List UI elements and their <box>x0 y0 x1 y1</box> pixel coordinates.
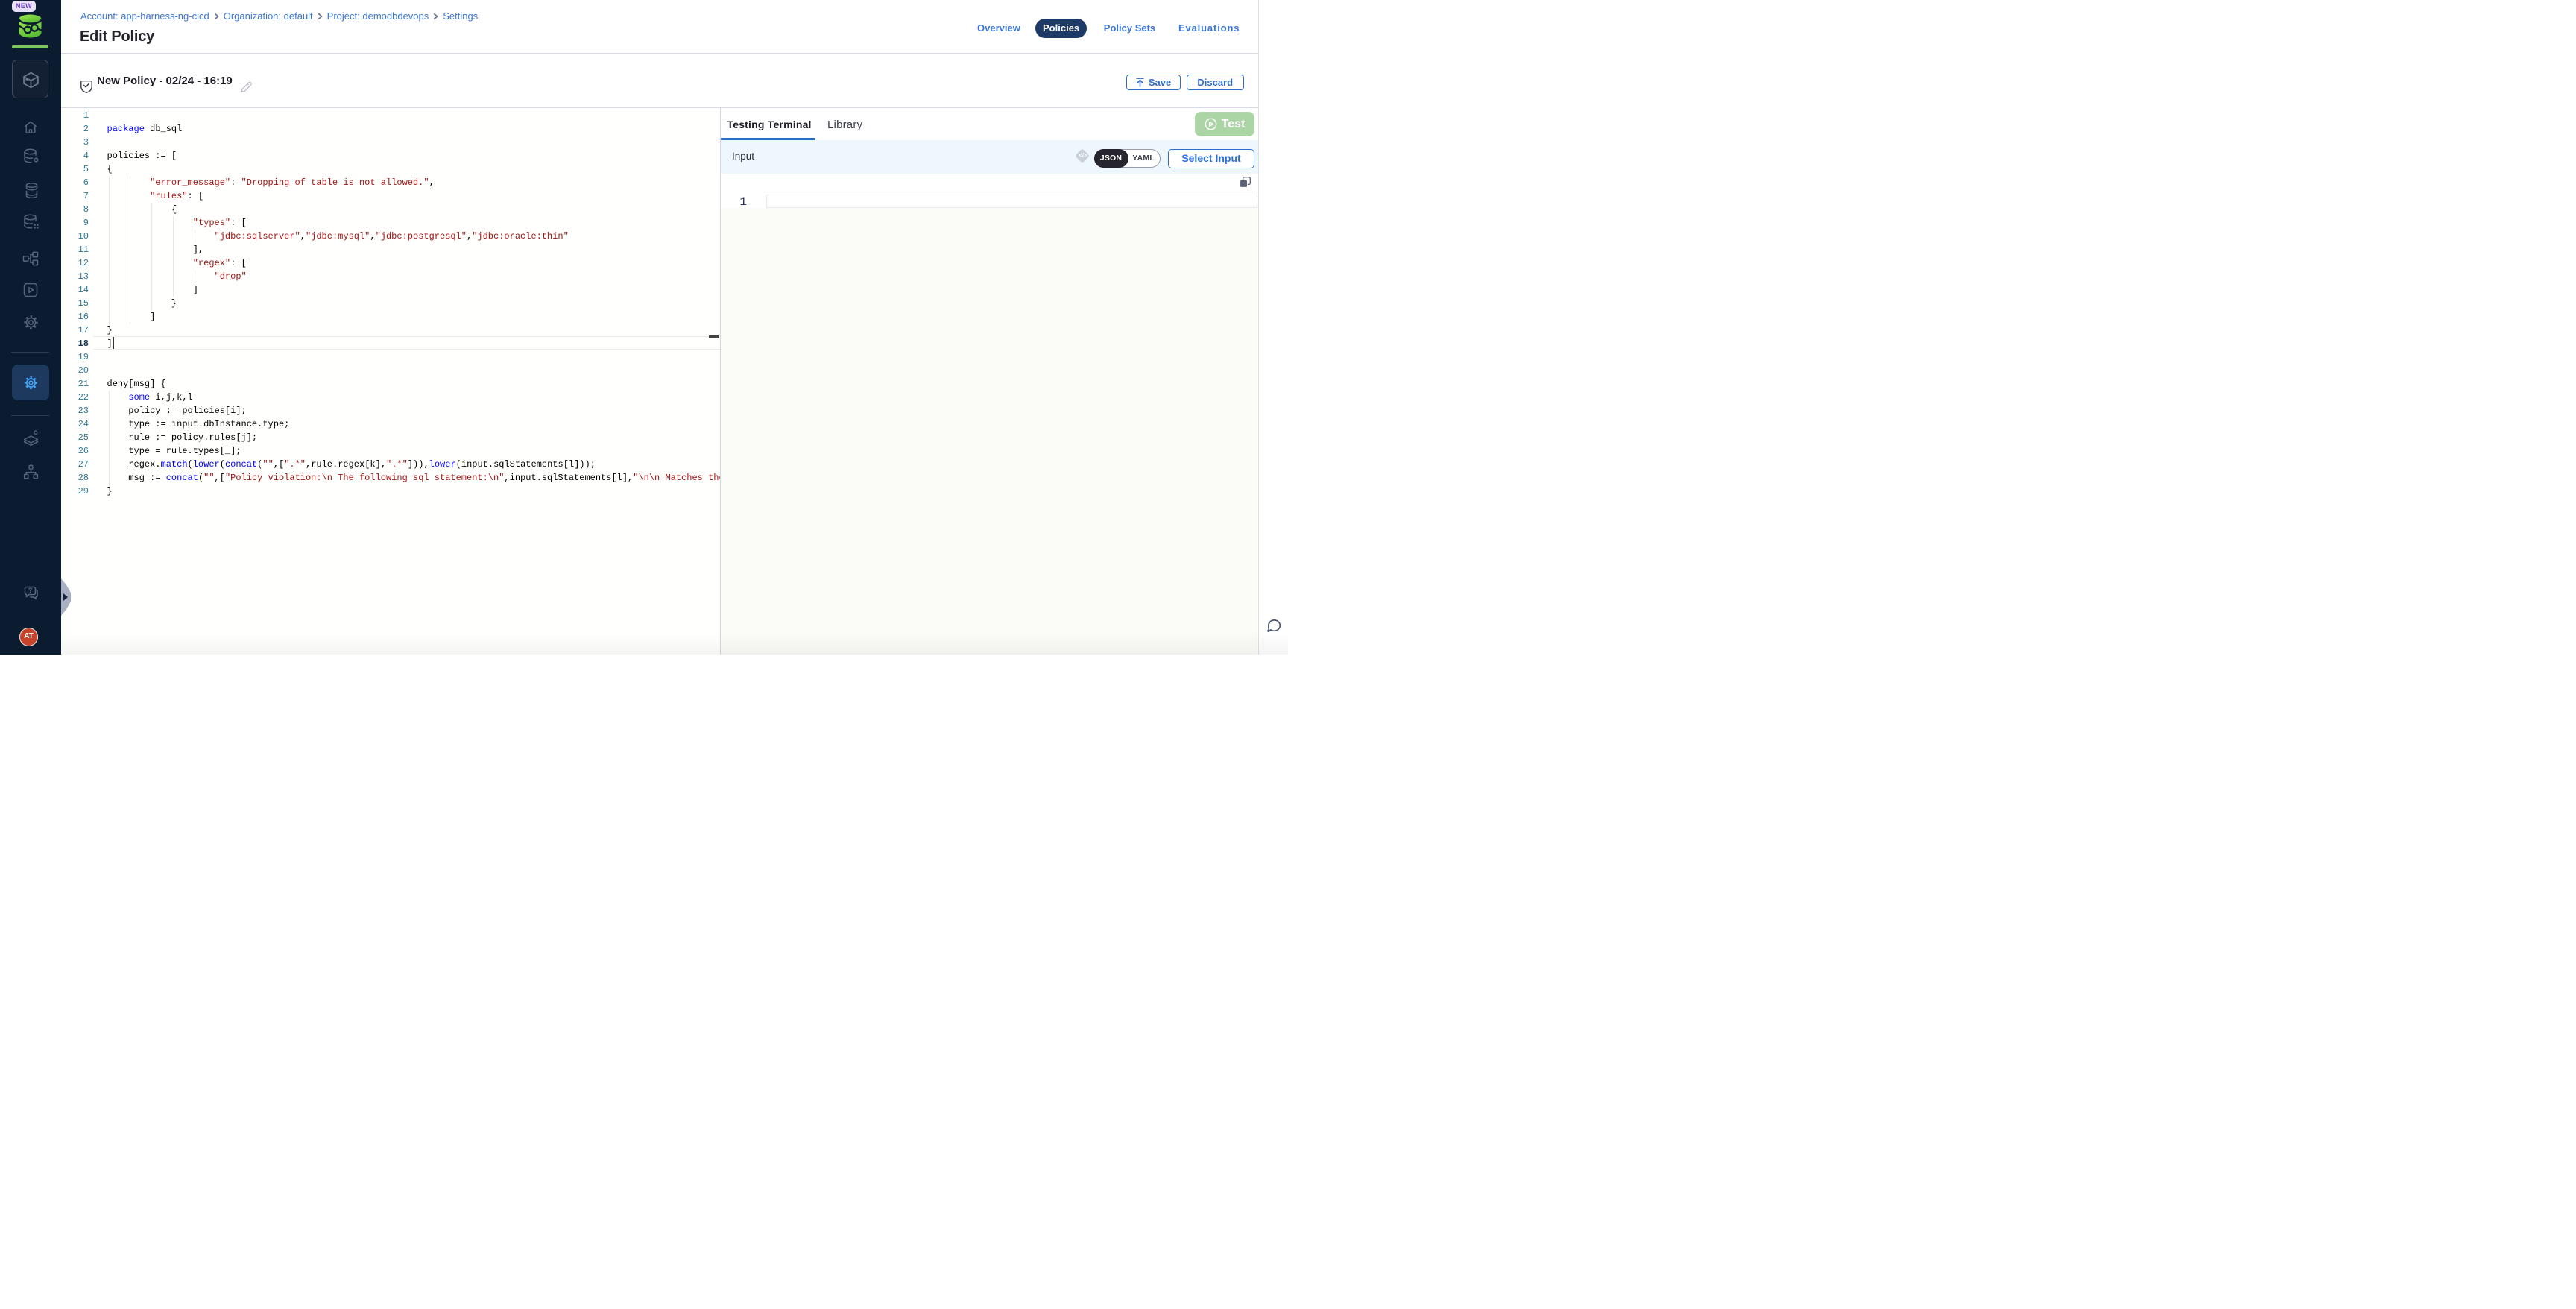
svg-text:?: ? <box>28 587 33 594</box>
